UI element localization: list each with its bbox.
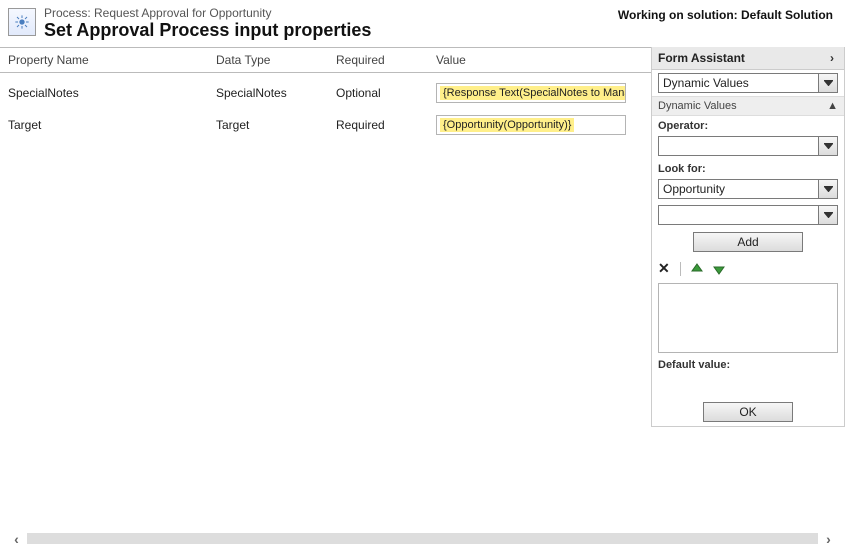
delete-icon[interactable]: ✕ — [658, 260, 670, 277]
move-up-icon[interactable] — [691, 263, 703, 275]
expand-icon[interactable]: › — [826, 51, 838, 65]
look-for-value: Opportunity — [663, 182, 725, 196]
scroll-right-button[interactable]: › — [820, 530, 837, 547]
property-row: Target Target Required {Opportunity(Oppo… — [0, 109, 651, 141]
look-for-select-row: Opportunity — [652, 176, 844, 202]
process-line: Process: Request Approval for Opportunit… — [44, 6, 618, 20]
scroll-track[interactable] — [27, 533, 818, 544]
top-select-value: Dynamic Values — [663, 76, 749, 90]
look-for-sub-select[interactable] — [658, 205, 819, 225]
property-row: SpecialNotes SpecialNotes Optional {Resp… — [0, 77, 651, 109]
form-assistant-title: Form Assistant — [658, 51, 745, 65]
working-on-solution: Working on solution: Default Solution — [618, 4, 837, 22]
data-type-cell: Target — [208, 118, 328, 132]
property-name-cell: Target — [8, 118, 208, 132]
add-row: Add — [652, 228, 844, 256]
value-input[interactable]: {Opportunity(Opportunity)} — [436, 115, 626, 135]
default-value-label: Default value: — [652, 355, 844, 372]
form-assistant-pane: Form Assistant › Dynamic Values Dynamic … — [651, 47, 845, 427]
move-down-icon[interactable] — [713, 263, 725, 275]
form-assistant-header: Form Assistant › — [652, 47, 844, 70]
main-area: Property Name Data Type Required Value S… — [0, 47, 845, 427]
default-value-input[interactable] — [658, 374, 838, 392]
value-token[interactable]: {Opportunity(Opportunity)} — [440, 118, 574, 132]
header-text: Process: Request Approval for Opportunit… — [44, 4, 618, 41]
dropdown-button[interactable] — [818, 136, 838, 156]
value-token[interactable]: {Response Text(SpecialNotes to Manager)} — [440, 86, 626, 100]
look-for-select[interactable]: Opportunity — [658, 179, 819, 199]
col-header-value: Value — [428, 53, 643, 67]
collapse-icon[interactable]: ▲ — [827, 100, 838, 112]
properties-pane: Property Name Data Type Required Value S… — [0, 47, 651, 427]
dropdown-button[interactable] — [818, 179, 838, 199]
ok-row: OK — [652, 398, 844, 426]
data-type-cell: SpecialNotes — [208, 86, 328, 100]
list-toolbar: ✕ — [652, 256, 844, 281]
look-for-sub-select-row — [652, 202, 844, 228]
column-headers: Property Name Data Type Required Value — [0, 47, 651, 73]
required-cell: Optional — [328, 86, 428, 100]
scroll-left-button[interactable]: ‹ — [8, 530, 25, 547]
value-input[interactable]: {Response Text(SpecialNotes to Manager)} — [436, 83, 626, 103]
values-list[interactable] — [658, 283, 838, 353]
section-title: Dynamic Values — [658, 100, 737, 112]
toolbar-divider — [680, 262, 681, 276]
col-header-property-name: Property Name — [8, 53, 208, 67]
value-cell: {Response Text(SpecialNotes to Manager)} — [428, 83, 643, 103]
operator-select-row — [652, 133, 844, 159]
ok-button[interactable]: OK — [703, 402, 793, 422]
col-header-required: Required — [328, 53, 428, 67]
dynamic-values-section-header[interactable]: Dynamic Values ▲ — [652, 96, 844, 116]
top-select-row: Dynamic Values — [652, 70, 844, 96]
operator-label: Operator: — [652, 116, 844, 133]
top-select[interactable]: Dynamic Values — [658, 73, 819, 93]
look-for-label: Look for: — [652, 159, 844, 176]
operator-select[interactable] — [658, 136, 819, 156]
horizontal-scrollbar: ‹ › — [8, 530, 837, 547]
page-title: Set Approval Process input properties — [44, 20, 618, 41]
process-icon — [8, 8, 36, 36]
required-cell: Required — [328, 118, 428, 132]
header-bar: Process: Request Approval for Opportunit… — [0, 0, 845, 47]
property-name-cell: SpecialNotes — [8, 86, 208, 100]
value-cell: {Opportunity(Opportunity)} — [428, 115, 643, 135]
dropdown-button[interactable] — [818, 205, 838, 225]
add-button[interactable]: Add — [693, 232, 803, 252]
col-header-data-type: Data Type — [208, 53, 328, 67]
dropdown-button[interactable] — [818, 73, 838, 93]
